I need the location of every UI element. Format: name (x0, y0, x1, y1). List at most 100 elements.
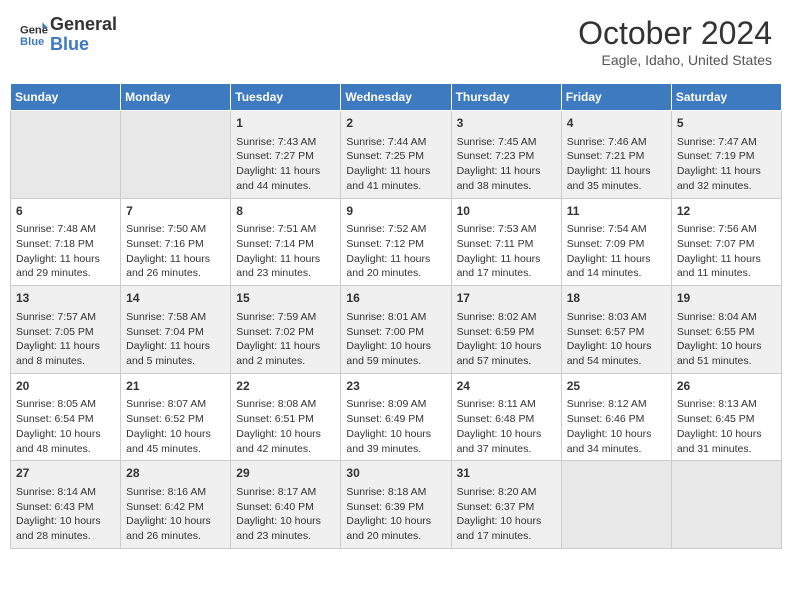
daylight-text: Daylight: 10 hours and 51 minutes. (677, 339, 776, 368)
calendar-day-cell: 3Sunrise: 7:45 AMSunset: 7:23 PMDaylight… (451, 111, 561, 199)
daylight-text: Daylight: 11 hours and 35 minutes. (567, 164, 666, 193)
sunrise-text: Sunrise: 8:11 AM (457, 397, 556, 412)
day-number: 21 (126, 378, 225, 395)
logo-line2: Blue (50, 35, 117, 55)
sunrise-text: Sunrise: 7:50 AM (126, 222, 225, 237)
sunset-text: Sunset: 6:51 PM (236, 412, 335, 427)
day-number: 26 (677, 378, 776, 395)
day-number: 27 (16, 465, 115, 482)
sunset-text: Sunset: 6:55 PM (677, 325, 776, 340)
sunrise-text: Sunrise: 7:53 AM (457, 222, 556, 237)
daylight-text: Daylight: 11 hours and 38 minutes. (457, 164, 556, 193)
sunrise-text: Sunrise: 7:46 AM (567, 135, 666, 150)
location: Eagle, Idaho, United States (578, 52, 772, 68)
daylight-text: Daylight: 11 hours and 17 minutes. (457, 252, 556, 281)
sunrise-text: Sunrise: 8:08 AM (236, 397, 335, 412)
calendar-day-cell: 5Sunrise: 7:47 AMSunset: 7:19 PMDaylight… (671, 111, 781, 199)
day-number: 29 (236, 465, 335, 482)
day-number: 9 (346, 203, 445, 220)
day-number: 6 (16, 203, 115, 220)
calendar-day-cell: 30Sunrise: 8:18 AMSunset: 6:39 PMDayligh… (341, 461, 451, 549)
day-number: 17 (457, 290, 556, 307)
sunrise-text: Sunrise: 7:48 AM (16, 222, 115, 237)
sunrise-text: Sunrise: 8:02 AM (457, 310, 556, 325)
sunrise-text: Sunrise: 7:58 AM (126, 310, 225, 325)
daylight-text: Daylight: 10 hours and 23 minutes. (236, 514, 335, 543)
sunrise-text: Sunrise: 7:47 AM (677, 135, 776, 150)
day-number: 12 (677, 203, 776, 220)
logo-text: General Blue (50, 15, 117, 55)
day-number: 16 (346, 290, 445, 307)
daylight-text: Daylight: 10 hours and 31 minutes. (677, 427, 776, 456)
sunrise-text: Sunrise: 7:56 AM (677, 222, 776, 237)
day-number: 19 (677, 290, 776, 307)
daylight-text: Daylight: 10 hours and 48 minutes. (16, 427, 115, 456)
sunrise-text: Sunrise: 7:52 AM (346, 222, 445, 237)
sunrise-text: Sunrise: 8:13 AM (677, 397, 776, 412)
logo-icon: General Blue (20, 21, 48, 49)
calendar-day-cell: 14Sunrise: 7:58 AMSunset: 7:04 PMDayligh… (121, 286, 231, 374)
day-number: 5 (677, 115, 776, 132)
sunrise-text: Sunrise: 7:54 AM (567, 222, 666, 237)
calendar-week-row: 1Sunrise: 7:43 AMSunset: 7:27 PMDaylight… (11, 111, 782, 199)
daylight-text: Daylight: 10 hours and 54 minutes. (567, 339, 666, 368)
weekday-header-saturday: Saturday (671, 84, 781, 111)
daylight-text: Daylight: 11 hours and 26 minutes. (126, 252, 225, 281)
calendar-day-cell (561, 461, 671, 549)
sunset-text: Sunset: 6:49 PM (346, 412, 445, 427)
day-number: 31 (457, 465, 556, 482)
daylight-text: Daylight: 11 hours and 5 minutes. (126, 339, 225, 368)
sunset-text: Sunset: 6:48 PM (457, 412, 556, 427)
day-number: 14 (126, 290, 225, 307)
calendar-day-cell: 21Sunrise: 8:07 AMSunset: 6:52 PMDayligh… (121, 373, 231, 461)
sunset-text: Sunset: 7:02 PM (236, 325, 335, 340)
calendar-day-cell: 18Sunrise: 8:03 AMSunset: 6:57 PMDayligh… (561, 286, 671, 374)
calendar-day-cell: 9Sunrise: 7:52 AMSunset: 7:12 PMDaylight… (341, 198, 451, 286)
calendar-day-cell: 26Sunrise: 8:13 AMSunset: 6:45 PMDayligh… (671, 373, 781, 461)
calendar-day-cell: 8Sunrise: 7:51 AMSunset: 7:14 PMDaylight… (231, 198, 341, 286)
sunrise-text: Sunrise: 8:12 AM (567, 397, 666, 412)
sunrise-text: Sunrise: 8:05 AM (16, 397, 115, 412)
sunset-text: Sunset: 6:40 PM (236, 500, 335, 515)
calendar-day-cell: 12Sunrise: 7:56 AMSunset: 7:07 PMDayligh… (671, 198, 781, 286)
day-number: 13 (16, 290, 115, 307)
sunrise-text: Sunrise: 7:59 AM (236, 310, 335, 325)
sunrise-text: Sunrise: 7:44 AM (346, 135, 445, 150)
calendar-day-cell: 16Sunrise: 8:01 AMSunset: 7:00 PMDayligh… (341, 286, 451, 374)
weekday-header-friday: Friday (561, 84, 671, 111)
sunrise-text: Sunrise: 8:16 AM (126, 485, 225, 500)
calendar-day-cell: 29Sunrise: 8:17 AMSunset: 6:40 PMDayligh… (231, 461, 341, 549)
day-number: 15 (236, 290, 335, 307)
day-number: 1 (236, 115, 335, 132)
day-number: 22 (236, 378, 335, 395)
sunset-text: Sunset: 7:07 PM (677, 237, 776, 252)
calendar-day-cell: 27Sunrise: 8:14 AMSunset: 6:43 PMDayligh… (11, 461, 121, 549)
day-number: 11 (567, 203, 666, 220)
sunrise-text: Sunrise: 7:43 AM (236, 135, 335, 150)
calendar-week-row: 20Sunrise: 8:05 AMSunset: 6:54 PMDayligh… (11, 373, 782, 461)
daylight-text: Daylight: 11 hours and 23 minutes. (236, 252, 335, 281)
logo: General Blue General Blue (20, 15, 117, 55)
weekday-header-sunday: Sunday (11, 84, 121, 111)
sunset-text: Sunset: 7:14 PM (236, 237, 335, 252)
day-number: 25 (567, 378, 666, 395)
weekday-header-monday: Monday (121, 84, 231, 111)
sunset-text: Sunset: 7:19 PM (677, 149, 776, 164)
daylight-text: Daylight: 10 hours and 42 minutes. (236, 427, 335, 456)
sunset-text: Sunset: 7:09 PM (567, 237, 666, 252)
sunrise-text: Sunrise: 8:09 AM (346, 397, 445, 412)
calendar-day-cell: 1Sunrise: 7:43 AMSunset: 7:27 PMDaylight… (231, 111, 341, 199)
sunset-text: Sunset: 6:39 PM (346, 500, 445, 515)
sunset-text: Sunset: 6:46 PM (567, 412, 666, 427)
sunset-text: Sunset: 6:59 PM (457, 325, 556, 340)
sunrise-text: Sunrise: 8:07 AM (126, 397, 225, 412)
weekday-header-tuesday: Tuesday (231, 84, 341, 111)
calendar-day-cell (121, 111, 231, 199)
calendar-day-cell (11, 111, 121, 199)
calendar-day-cell: 25Sunrise: 8:12 AMSunset: 6:46 PMDayligh… (561, 373, 671, 461)
sunset-text: Sunset: 6:54 PM (16, 412, 115, 427)
sunset-text: Sunset: 7:21 PM (567, 149, 666, 164)
daylight-text: Daylight: 11 hours and 2 minutes. (236, 339, 335, 368)
title-section: October 2024 Eagle, Idaho, United States (578, 15, 772, 68)
daylight-text: Daylight: 10 hours and 28 minutes. (16, 514, 115, 543)
